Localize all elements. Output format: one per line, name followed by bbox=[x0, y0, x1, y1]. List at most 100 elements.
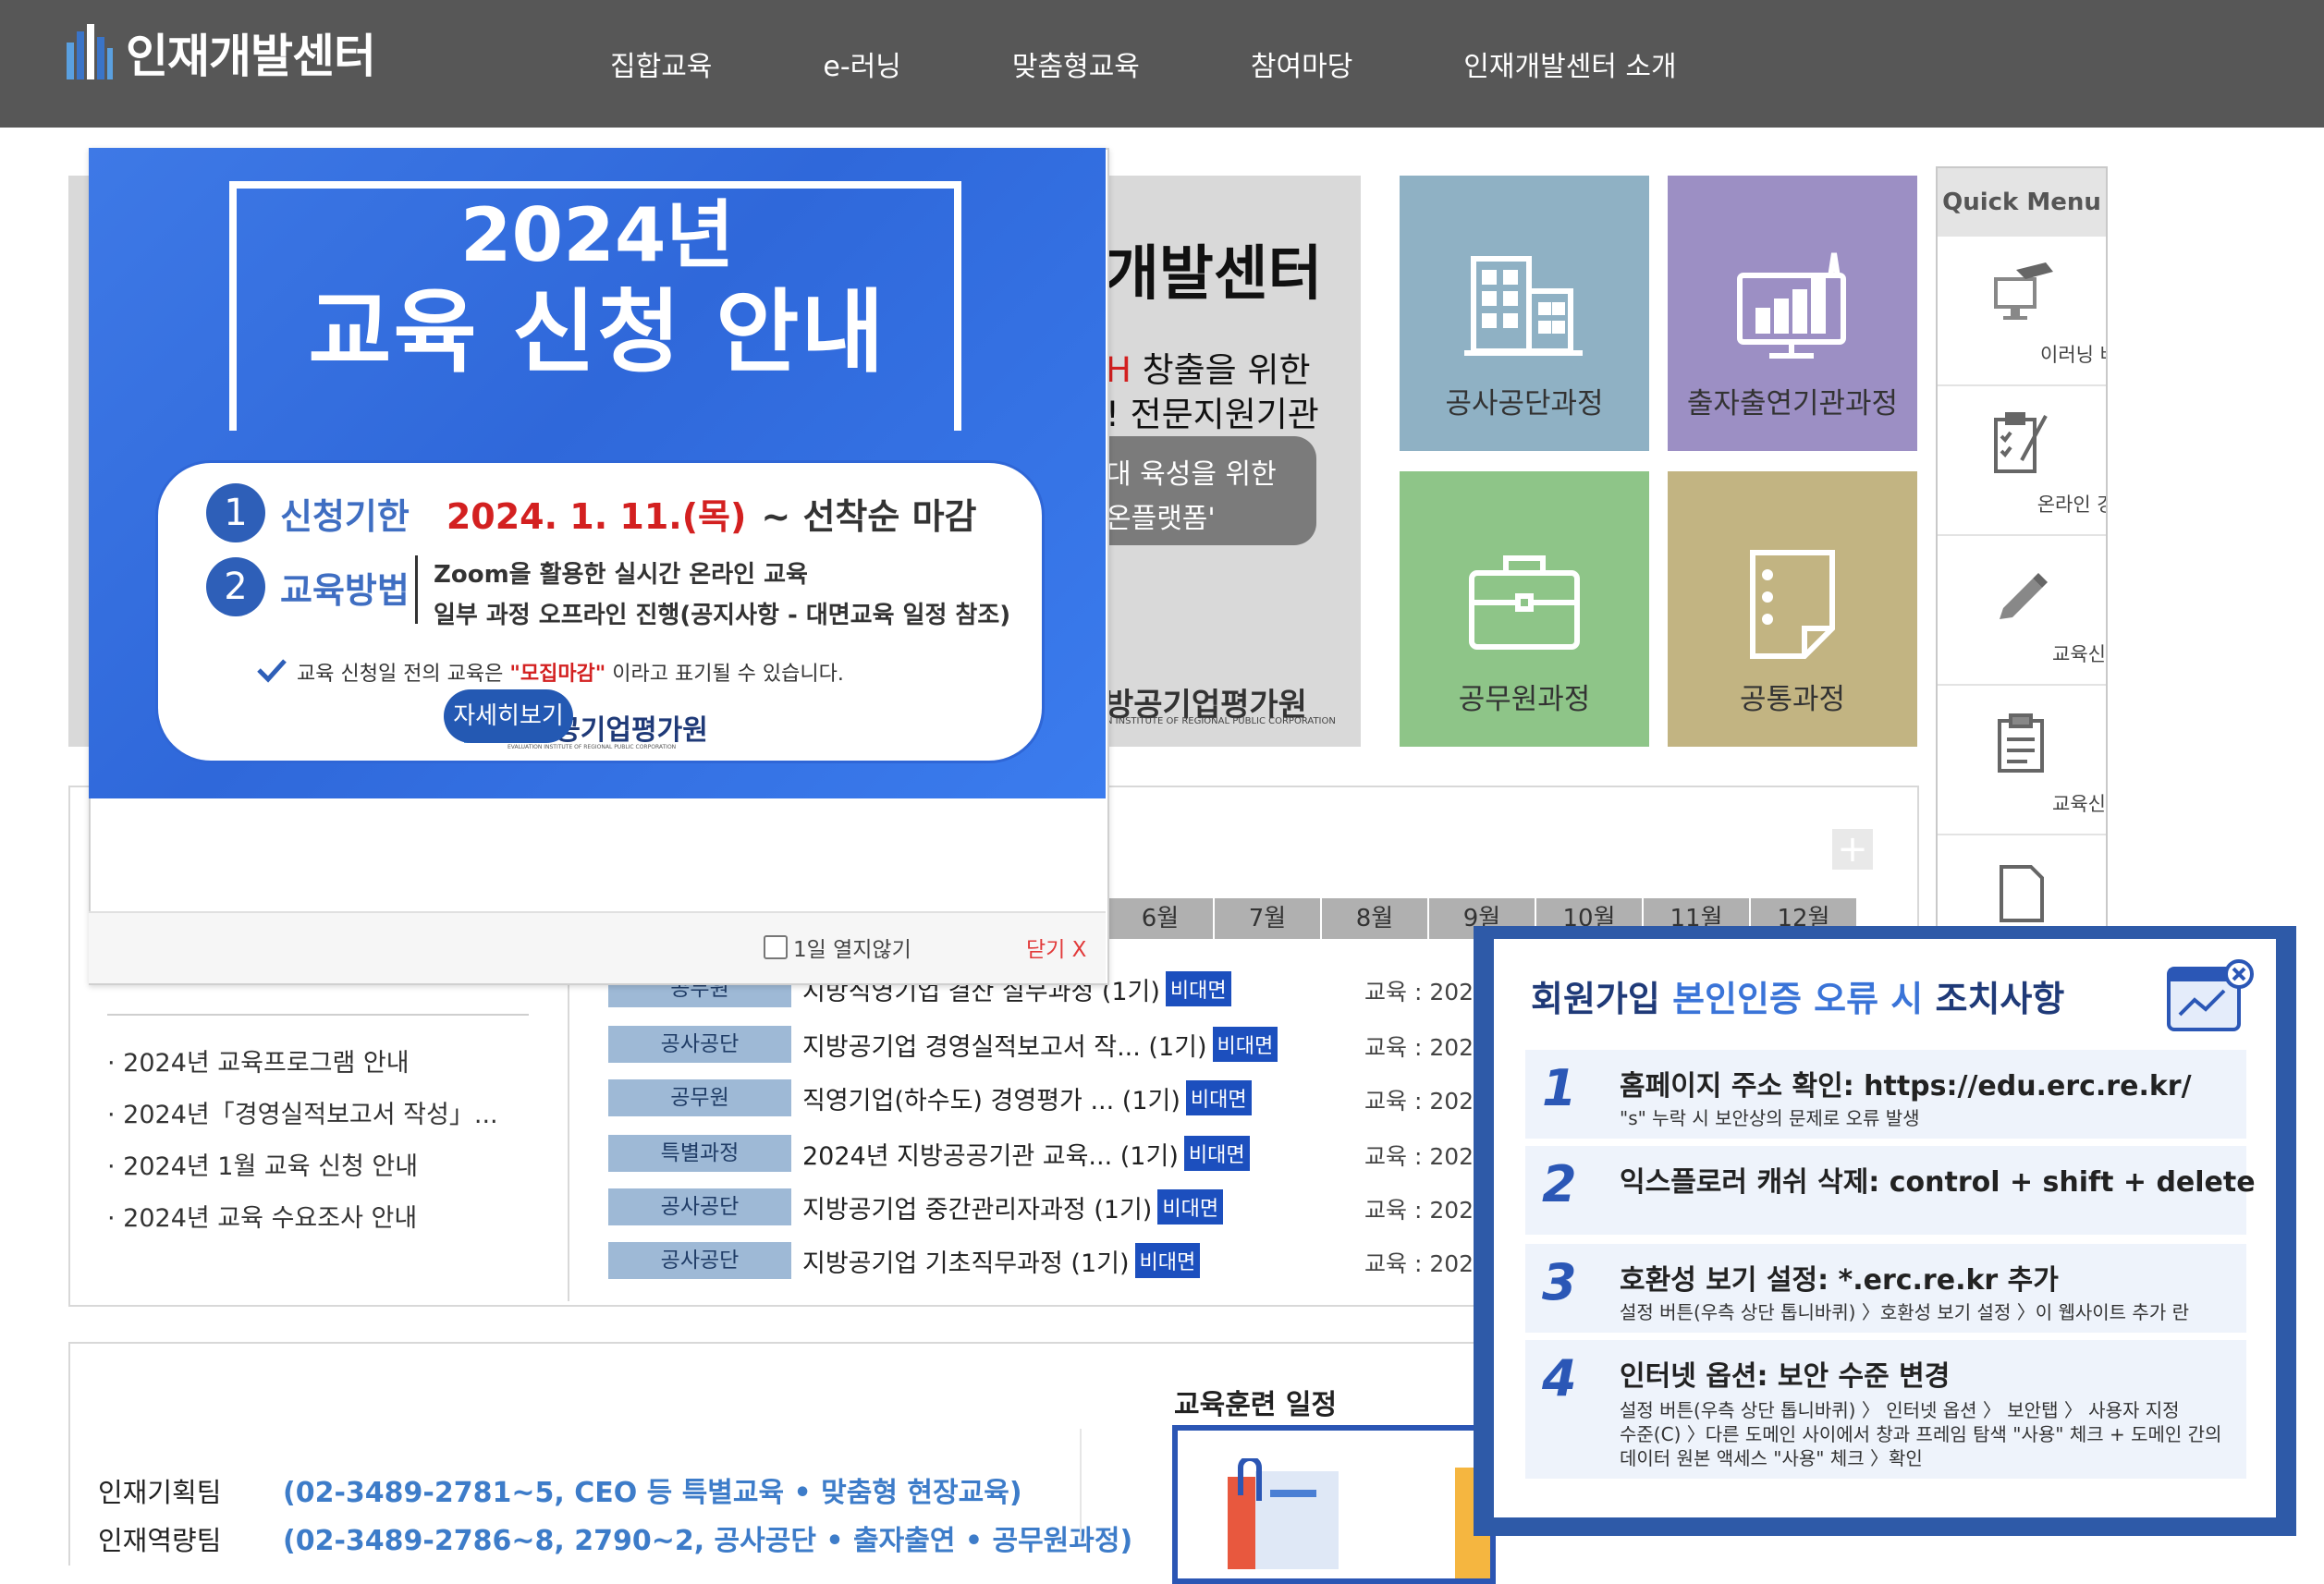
file-icon bbox=[1988, 859, 2055, 926]
step-detail: 수준(C) 〉다른 도메인 사이에서 창과 프레임 탐색 "사용" 체크 + 도… bbox=[1620, 1423, 2222, 1445]
info-rest: ~ 선착순 마감 bbox=[761, 495, 977, 537]
quick-menu: Quick Menu 이러닝 바로가기 온라인 강사 지원 교육신청방법 교육신… bbox=[1936, 166, 2108, 928]
tile-civil-servant[interactable]: 공무원과정 bbox=[1400, 471, 1649, 747]
tile-common[interactable]: 공통과정 bbox=[1668, 471, 1917, 747]
briefcase-icon bbox=[1464, 545, 1584, 660]
month-tab[interactable]: 8월 bbox=[1320, 898, 1427, 939]
info-row-1: 1 신청기한 2024. 1. 11.(목) ~ 선착순 마감 bbox=[206, 483, 977, 542]
course-title[interactable]: 지방공기업 경영실적보고서 작... (1기) bbox=[802, 1027, 1207, 1063]
notice-item-text: 2024년 교육 수요조사 안내 bbox=[123, 1204, 418, 1233]
nav-item-participation[interactable]: 참여마당 bbox=[1195, 43, 1408, 84]
more-plus-button[interactable]: + bbox=[1832, 829, 1873, 870]
step-heading: 호환성 보기 설정: *.erc.re.kr 추가 bbox=[1620, 1264, 2059, 1297]
course-row[interactable]: 공사공단 지방공기업 기초직무과정 (1기) 비대면 bbox=[608, 1240, 1201, 1281]
nav-item-custom-education[interactable]: 맞춤형교육 bbox=[957, 43, 1195, 84]
online-badge: 비대면 bbox=[1212, 1027, 1278, 1062]
hero-title: 개발센터 bbox=[1105, 240, 1323, 309]
tile-label: 공무원과정 bbox=[1458, 683, 1591, 716]
document-icon bbox=[1732, 545, 1853, 669]
info-method-1: Zoom을 활용한 실시간 온라인 교육 bbox=[434, 561, 808, 589]
nav-item-about[interactable]: 인재개발센터 소개 bbox=[1408, 43, 1731, 84]
course-row[interactable]: 공사공단 지방공기업 경영실적보고서 작... (1기) 비대면 bbox=[608, 1024, 1278, 1065]
quick-item-more[interactable] bbox=[1938, 835, 2106, 926]
course-category: 공사공단 bbox=[608, 1026, 791, 1063]
step-box-3: 3 호환성 보기 설정: *.erc.re.kr 추가 설정 버튼(우측 상단 … bbox=[1525, 1244, 2246, 1333]
quick-item-label: 이러닝 바로가기 bbox=[2040, 344, 2106, 366]
step-box-4: 4 인터넷 옵션: 보안 수준 변경 설정 버튼(우측 상단 톱니바퀴) 〉 인… bbox=[1525, 1340, 2246, 1479]
note-post: 이라고 표기될 수 있습니다. bbox=[605, 663, 844, 686]
hero-line-1-text: 창출을 위한 bbox=[1131, 350, 1311, 390]
building-icon bbox=[1464, 250, 1584, 364]
popup-close-button[interactable]: 닫기 X bbox=[1026, 932, 1086, 963]
step-number: 1 bbox=[206, 483, 265, 542]
online-badge: 비대면 bbox=[1165, 971, 1231, 1006]
contact-divider bbox=[1080, 1429, 1082, 1540]
course-date: 교육 : 2024 bbox=[1364, 979, 1488, 1005]
online-badge: 비대면 bbox=[1157, 1189, 1224, 1225]
checklist-icon bbox=[1988, 410, 2055, 481]
course-title[interactable]: 지방공기업 기초직무과정 (1기) bbox=[802, 1243, 1130, 1279]
quick-item-apply-check[interactable]: 교육신청확인 bbox=[1938, 686, 2106, 835]
popup-info-card: 1 신청기한 2024. 1. 11.(목) ~ 선착순 마감 2 교육방법 Z… bbox=[155, 460, 1045, 763]
course-category: 공무원 bbox=[608, 1079, 791, 1116]
clip-document-icon bbox=[1218, 1456, 1366, 1573]
team-name: 인재역량팀 bbox=[98, 1525, 222, 1556]
tile-label: 공통과정 bbox=[1739, 683, 1846, 716]
notice-item[interactable]: · 2024년 1월 교육 신청 안내 bbox=[107, 1146, 418, 1182]
quick-menu-title: Quick Menu bbox=[1938, 168, 2106, 237]
popup-footer bbox=[89, 911, 1106, 983]
step-number: 2 bbox=[206, 557, 265, 616]
tile-investment-org[interactable]: 출자출연기관과정 bbox=[1668, 176, 1917, 451]
popup-headline: 교육 신청 안내 bbox=[308, 280, 887, 385]
team-tel: (02-3489-2781~5, CEO 등 특별교육 • 맞춤형 현장교육) bbox=[283, 1477, 1022, 1509]
course-category: 공사공단 bbox=[608, 1242, 791, 1279]
tile-label: 출자출연기관과정 bbox=[1686, 387, 1899, 420]
step-detail: 데이터 원본 액세스 "사용" 체크 〉확인 bbox=[1620, 1447, 1923, 1469]
step-heading: 인터넷 옵션: 보안 수준 변경 bbox=[1620, 1360, 1951, 1393]
bracket-line bbox=[415, 555, 418, 624]
note-text: 교육 신청일 전의 교육은 "모집마감" 이라고 표기될 수 있습니다. bbox=[297, 657, 844, 687]
month-tab[interactable]: 6월 bbox=[1106, 898, 1213, 939]
info-date: 2024. 1. 11.(목) bbox=[446, 495, 747, 537]
quick-item-elearning[interactable]: 이러닝 바로가기 bbox=[1938, 237, 2106, 386]
dont-show-today-checkbox[interactable]: 1일 열지않기 bbox=[764, 932, 911, 963]
info-label: 신청기한 bbox=[280, 495, 410, 537]
step-detail: 설정 버튼(우측 상단 톱니바퀴) 〉 인터넷 옵션 〉 보안탭 〉 사용자 지… bbox=[1620, 1399, 2180, 1421]
growth-chart-icon bbox=[1732, 250, 1853, 364]
course-row[interactable]: 공사공단 지방공기업 중간관리자과정 (1기) 비대면 bbox=[608, 1187, 1224, 1227]
notice-item[interactable]: · 2024년 교육 수요조사 안내 bbox=[107, 1198, 417, 1234]
detail-view-button[interactable]: 자세히보기 bbox=[444, 689, 573, 743]
title-highlight: 본인인증 오류 시 bbox=[1672, 979, 1924, 1019]
course-date: 교육 : 2024 bbox=[1364, 1088, 1488, 1115]
course-row[interactable]: 특별과정 2024년 지방공공기관 교육... (1기) 비대면 bbox=[608, 1133, 1250, 1174]
course-title[interactable]: 직영기업(하수도) 경영평가 ... (1기) bbox=[802, 1080, 1180, 1116]
checkbox-box[interactable] bbox=[764, 935, 788, 959]
quick-item-online-instructor[interactable]: 온라인 강사 지원 bbox=[1938, 386, 2106, 536]
nav-item-group-education[interactable]: 집합교육 bbox=[555, 43, 767, 84]
team-name: 인재기획팀 bbox=[98, 1477, 222, 1508]
education-notice-image: 2024년 교육 신청 안내 1 신청기한 2024. 1. 11.(목) ~ … bbox=[89, 148, 1106, 798]
hero-org-en: N INSTITUTE OF REGIONAL PUBLIC CORPORATI… bbox=[1106, 716, 1336, 726]
notice-item[interactable]: · 2024년 교육프로그램 안내 bbox=[107, 1042, 410, 1078]
quick-item-apply-method[interactable]: 교육신청방법 bbox=[1938, 536, 2106, 686]
step-number: 3 bbox=[1542, 1253, 1577, 1311]
course-title[interactable]: 지방공기업 중간관리자과정 (1기) bbox=[802, 1189, 1152, 1225]
notice-item[interactable]: · 2024년「경영실적보고서 작성」... bbox=[107, 1094, 498, 1130]
site-logo[interactable]: 인재개발센터 bbox=[65, 20, 376, 85]
step-number: 4 bbox=[1542, 1349, 1577, 1407]
step-box-2: 2 익스플로러 캐쉬 삭제: control + shift + delete bbox=[1525, 1146, 2256, 1235]
schedule-title: 교육훈련 일정 bbox=[1174, 1389, 1338, 1421]
schedule-banner[interactable] bbox=[1172, 1425, 1496, 1584]
course-date: 교육 : 2024 bbox=[1364, 1143, 1488, 1170]
quick-item-label: 온라인 강사 지원 bbox=[2037, 493, 2106, 516]
title-post: 조치사항 bbox=[1923, 979, 2065, 1019]
step-number: 1 bbox=[1542, 1059, 1577, 1117]
nav-item-elearning[interactable]: e-러닝 bbox=[767, 43, 956, 84]
course-title[interactable]: 2024년 지방공공기관 교육... (1기) bbox=[802, 1136, 1179, 1172]
month-tab[interactable]: 7월 bbox=[1213, 898, 1320, 939]
course-row[interactable]: 공무원 직영기업(하수도) 경영평가 ... (1기) 비대면 bbox=[608, 1078, 1252, 1118]
hero-line-2: ! 전문지원기관 bbox=[1106, 395, 1319, 434]
step-detail: 설정 버튼(우측 상단 톱니바퀴) 〉호환성 보기 설정 〉이 웹사이트 추가 … bbox=[1620, 1301, 2189, 1323]
info-label: 교육방법 bbox=[280, 569, 410, 611]
tile-public-corp[interactable]: 공사공단과정 bbox=[1400, 176, 1649, 451]
